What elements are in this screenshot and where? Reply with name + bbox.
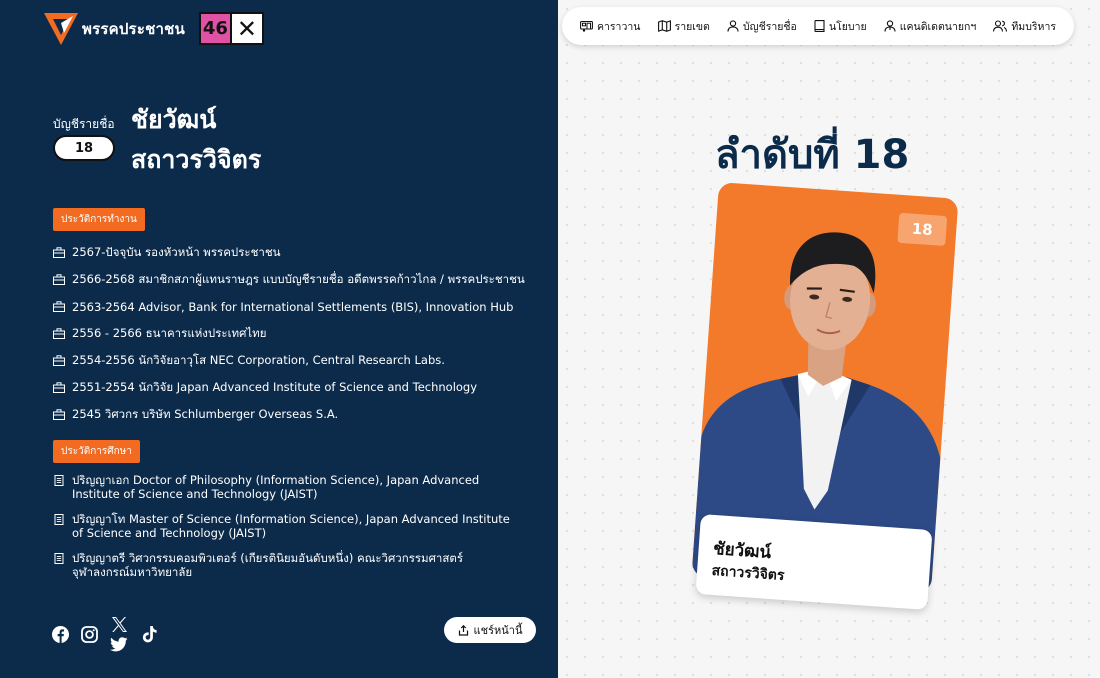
share-page-button[interactable]: แชร์หน้านี้ <box>444 617 536 643</box>
twitter-icon[interactable] <box>110 637 128 652</box>
left-panel: พรรคประชาชน 46 ✕ บัญชีรายชื่อ 18 ชัยวัฒน… <box>0 0 558 678</box>
briefcase-icon <box>53 247 65 258</box>
list-label: บัญชีรายชื่อ <box>53 117 115 131</box>
list-number-badge: 18 <box>53 135 115 161</box>
team-icon <box>993 20 1008 32</box>
nav-item-exec-team[interactable]: ทีมบริหาร <box>993 18 1056 35</box>
document-icon <box>54 475 64 486</box>
nav-item-caravan[interactable]: คาราวาน <box>580 18 640 35</box>
briefcase-icon <box>53 328 65 339</box>
document-icon <box>54 553 64 564</box>
ballot-mark: ✕ <box>231 14 262 43</box>
ballot-badge: 46 ✕ <box>198 12 264 45</box>
list-item: 2567-ปัจจุบัน รองหัวหน้า พรรคประชาชน <box>53 239 525 266</box>
list-item: ปริญญาเอก Doctor of Philosophy (Informat… <box>53 473 533 501</box>
list-item: ปริญญาตรี วิศวกรรมคอมพิวเตอร์ (เกียรตินิ… <box>53 551 533 579</box>
ballot-number: 46 <box>200 14 232 43</box>
tiktok-icon[interactable] <box>142 625 157 643</box>
list-item: 2563-2564 Advisor, Bank for Internationa… <box>53 293 525 320</box>
list-item: 2566-2568 สมาชิกสภาผู้แทนราษฎร แบบบัญชีร… <box>53 266 525 293</box>
person-icon <box>727 20 739 32</box>
card-number: 18 <box>897 212 948 247</box>
instagram-icon[interactable] <box>81 625 98 643</box>
candidate-icon <box>884 20 896 32</box>
top-nav: คาราวาน รายเขต บัญชีรายชื่อ นโยบาย แคนดิ… <box>562 7 1074 45</box>
candidate-first-name: ชัยวัฒน์ <box>131 105 217 134</box>
card-name-text: ชัยวัฒน์ สถาวรวิจิตร <box>711 537 787 586</box>
party-name: พรรคประชาชน <box>82 19 185 38</box>
briefcase-icon <box>53 409 65 420</box>
document-icon <box>54 514 64 525</box>
party-logo[interactable]: พรรคประชาชน 46 ✕ <box>44 12 264 45</box>
facebook-icon[interactable] <box>52 625 69 643</box>
briefcase-icon <box>53 382 65 393</box>
book-icon <box>814 20 825 32</box>
x-twitter-group <box>110 616 128 652</box>
nav-item-policy[interactable]: นโยบาย <box>814 18 867 35</box>
nav-item-pm-candidate[interactable]: แคนดิเดตนายกฯ <box>884 18 976 35</box>
share-icon <box>458 624 468 636</box>
map-icon <box>657 20 671 32</box>
list-item: ปริญญาโท Master of Science (Information … <box>53 512 533 540</box>
education-history-tag: ประวัติการศึกษา <box>53 440 140 463</box>
nav-item-party-list[interactable]: บัญชีรายชื่อ <box>727 18 797 35</box>
list-item: 2551-2554 นักวิจัย Japan Advanced Instit… <box>53 374 525 401</box>
briefcase-icon <box>53 355 65 366</box>
list-item: 2554-2556 นักวิจัยอาวุโส NEC Corporation… <box>53 347 525 374</box>
party-logo-icon <box>44 12 78 45</box>
candidate-name: ชัยวัฒน์ สถาวรวิจิตร <box>131 100 261 180</box>
social-links <box>52 616 169 652</box>
work-history-list: 2567-ปัจจุบัน รองหัวหน้า พรรคประชาชน 256… <box>53 239 525 428</box>
nav-item-district[interactable]: รายเขต <box>657 18 710 35</box>
list-item: 2545 วิศวกร บริษัท Schlumberger Overseas… <box>53 401 525 428</box>
briefcase-icon <box>53 274 65 285</box>
caravan-icon <box>580 20 593 32</box>
list-item: 2556 - 2566 ธนาคารแห่งประเทศไทย <box>53 320 525 347</box>
briefcase-icon <box>53 301 65 312</box>
work-history-tag: ประวัติการทำงาน <box>53 208 145 231</box>
rank-heading: ลำดับที่ 18 <box>715 132 910 178</box>
education-history-list: ปริญญาเอก Doctor of Philosophy (Informat… <box>53 473 533 590</box>
candidate-last-name: สถาวรวิจิตร <box>131 145 262 174</box>
x-icon[interactable] <box>111 616 128 633</box>
